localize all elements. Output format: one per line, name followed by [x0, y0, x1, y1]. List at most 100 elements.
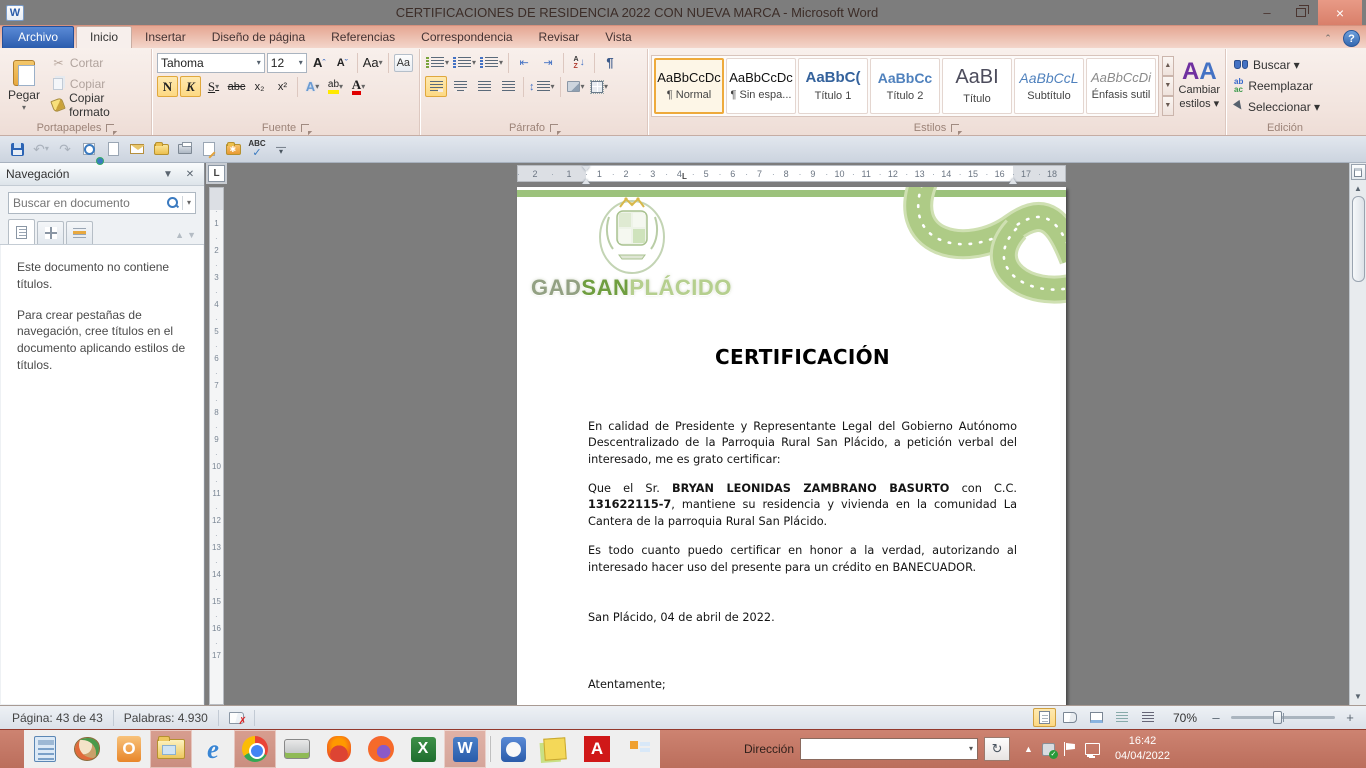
close-button[interactable]: ×	[1318, 0, 1362, 25]
tab-vista[interactable]: Vista	[592, 27, 644, 48]
font-family-combo[interactable]: Tahoma▾	[157, 53, 265, 73]
save-button[interactable]	[8, 140, 26, 158]
clipboard-dialog-launcher[interactable]	[106, 124, 114, 132]
tab-correspondencia[interactable]: Correspondencia	[408, 27, 525, 48]
styles-scroll-up[interactable]: ▲	[1162, 56, 1174, 76]
word-count[interactable]: Palabras: 4.930	[114, 710, 219, 726]
bullets-button[interactable]: ▾	[425, 52, 450, 73]
zoom-level[interactable]: 70%	[1173, 711, 1197, 725]
style-subtitulo[interactable]: AaBbCcL Subtítulo	[1014, 58, 1084, 114]
numbering-button[interactable]: ▾	[452, 52, 477, 73]
outline-view-button[interactable]	[1111, 708, 1134, 727]
taskbar-calculator-button[interactable]	[24, 730, 66, 768]
align-center-button[interactable]	[449, 76, 471, 97]
scroll-down-arrow[interactable]: ▼	[1354, 692, 1362, 701]
increase-indent-button[interactable]	[537, 52, 559, 73]
bold-button[interactable]: N	[157, 76, 178, 97]
email-button[interactable]	[128, 140, 146, 158]
paste-button[interactable]: Pegar ▾	[3, 51, 45, 120]
taskbar-file-explorer-button[interactable]	[150, 730, 192, 768]
qat-more-button[interactable]: —▾	[272, 140, 290, 158]
zoom-in-button[interactable]: +	[1342, 710, 1358, 726]
edit-document-button[interactable]	[200, 140, 218, 158]
taskbar-chrome-button[interactable]	[234, 730, 276, 768]
zoom-out-button[interactable]: –	[1208, 710, 1224, 726]
prev-heading-button[interactable]: ▲	[175, 230, 184, 240]
font-dialog-launcher[interactable]	[301, 124, 309, 132]
vertical-scrollbar[interactable]: ▲ ▼	[1349, 163, 1366, 705]
tab-referencias[interactable]: Referencias	[318, 27, 408, 48]
font-color-button[interactable]: A▾	[348, 76, 369, 97]
search-input[interactable]	[13, 196, 164, 210]
navigation-close-button[interactable]: ✕	[182, 169, 198, 180]
superscript-button[interactable]: x²	[272, 76, 293, 97]
usb-device-icon[interactable]	[1042, 743, 1055, 756]
zoom-slider-thumb[interactable]	[1273, 711, 1282, 724]
font-size-combo[interactable]: 12▾	[267, 53, 307, 73]
clock[interactable]: 16:42 04/04/2022	[1115, 734, 1170, 764]
paragraph-dialog-launcher[interactable]	[550, 124, 558, 132]
tab-diseno-de-pagina[interactable]: Diseño de página	[199, 27, 318, 48]
tab-selector-button[interactable]: L	[208, 165, 225, 182]
style-sin-espaciado[interactable]: AaBbCcDc ¶ Sin espa...	[726, 58, 796, 114]
style-titulo-2[interactable]: AaBbCc Título 2	[870, 58, 940, 114]
change-styles-button[interactable]: AA Cambiar estilos ▾	[1177, 59, 1222, 111]
redo-button[interactable]: ↷	[56, 140, 74, 158]
clear-formatting-button[interactable]: Aa	[393, 52, 414, 73]
grow-font-button[interactable]: A	[309, 52, 330, 73]
favorites-folder-button[interactable]	[224, 140, 242, 158]
taskbar-sticky-notes-button[interactable]	[534, 730, 576, 768]
text-effects-button[interactable]: A▾	[302, 76, 323, 97]
draft-view-button[interactable]	[1137, 708, 1160, 727]
styles-scroll-down[interactable]: ▼	[1162, 76, 1174, 96]
proofing-status[interactable]	[219, 710, 255, 726]
highlight-color-button[interactable]: ab▾	[325, 76, 346, 97]
tab-insertar[interactable]: Insertar	[132, 27, 199, 48]
align-left-button[interactable]	[425, 76, 447, 97]
next-heading-button[interactable]: ▼	[187, 230, 196, 240]
tab-archivo[interactable]: Archivo	[2, 26, 74, 48]
web-layout-view-button[interactable]	[1085, 708, 1108, 727]
taskbar-burner-button[interactable]	[318, 730, 360, 768]
change-case-button[interactable]: Aa▾	[362, 52, 384, 73]
format-painter-button[interactable]: Copiar formato	[47, 95, 148, 115]
justify-button[interactable]	[497, 76, 519, 97]
replace-button[interactable]: abacReemplazar	[1231, 76, 1339, 95]
quick-print-button[interactable]	[176, 140, 194, 158]
show-marks-button[interactable]: ¶	[599, 52, 621, 73]
search-options-dropdown[interactable]: ▾	[182, 196, 191, 210]
taskbar-red-a-app-button[interactable]: A	[576, 730, 618, 768]
navigation-options-dropdown[interactable]: ▼	[160, 169, 176, 180]
taskbar-display-settings-button[interactable]	[618, 730, 660, 768]
borders-button[interactable]: ▾	[589, 76, 611, 97]
italic-button[interactable]: K	[180, 76, 201, 97]
select-button[interactable]: Seleccionar ▾	[1231, 97, 1339, 116]
multilevel-list-button[interactable]: ▾	[479, 52, 504, 73]
print-layout-view-button[interactable]	[1033, 708, 1056, 727]
address-input[interactable]	[801, 742, 965, 757]
styles-dialog-launcher[interactable]	[951, 124, 959, 132]
shrink-font-button[interactable]: A	[332, 52, 353, 73]
find-button[interactable]: Buscar ▾	[1231, 55, 1339, 74]
spelling-button[interactable]: ABC✓	[248, 140, 266, 158]
address-go-button[interactable]: ↻	[984, 737, 1010, 761]
shading-button[interactable]: ▾	[565, 76, 587, 97]
address-dropdown[interactable]: ▾	[965, 745, 977, 753]
subscript-button[interactable]: x₂	[249, 76, 270, 97]
decrease-indent-button[interactable]	[513, 52, 535, 73]
document-page[interactable]: GADSANPLÁCIDO CERTIFICACIÓN En calidad d…	[517, 187, 1066, 705]
open-button[interactable]	[152, 140, 170, 158]
taskbar-firefox-button[interactable]	[360, 730, 402, 768]
taskbar-excel-button[interactable]: X	[402, 730, 444, 768]
minimize-button[interactable]: –	[1250, 0, 1284, 25]
taskbar-media-player-button[interactable]: ▶	[492, 730, 534, 768]
style-normal[interactable]: AaBbCcDc ¶ Normal	[654, 58, 724, 114]
strikethrough-button[interactable]: abc	[226, 76, 247, 97]
styles-more-button[interactable]: ▼	[1162, 96, 1174, 116]
sort-button[interactable]: AZ↓	[568, 52, 590, 73]
scroll-up-arrow[interactable]: ▲	[1354, 184, 1362, 193]
ruler-toggle-button[interactable]	[1351, 164, 1366, 180]
paste-dropdown[interactable]: ▾	[22, 104, 26, 112]
tab-revisar[interactable]: Revisar	[526, 27, 593, 48]
restore-button[interactable]	[1284, 0, 1318, 25]
